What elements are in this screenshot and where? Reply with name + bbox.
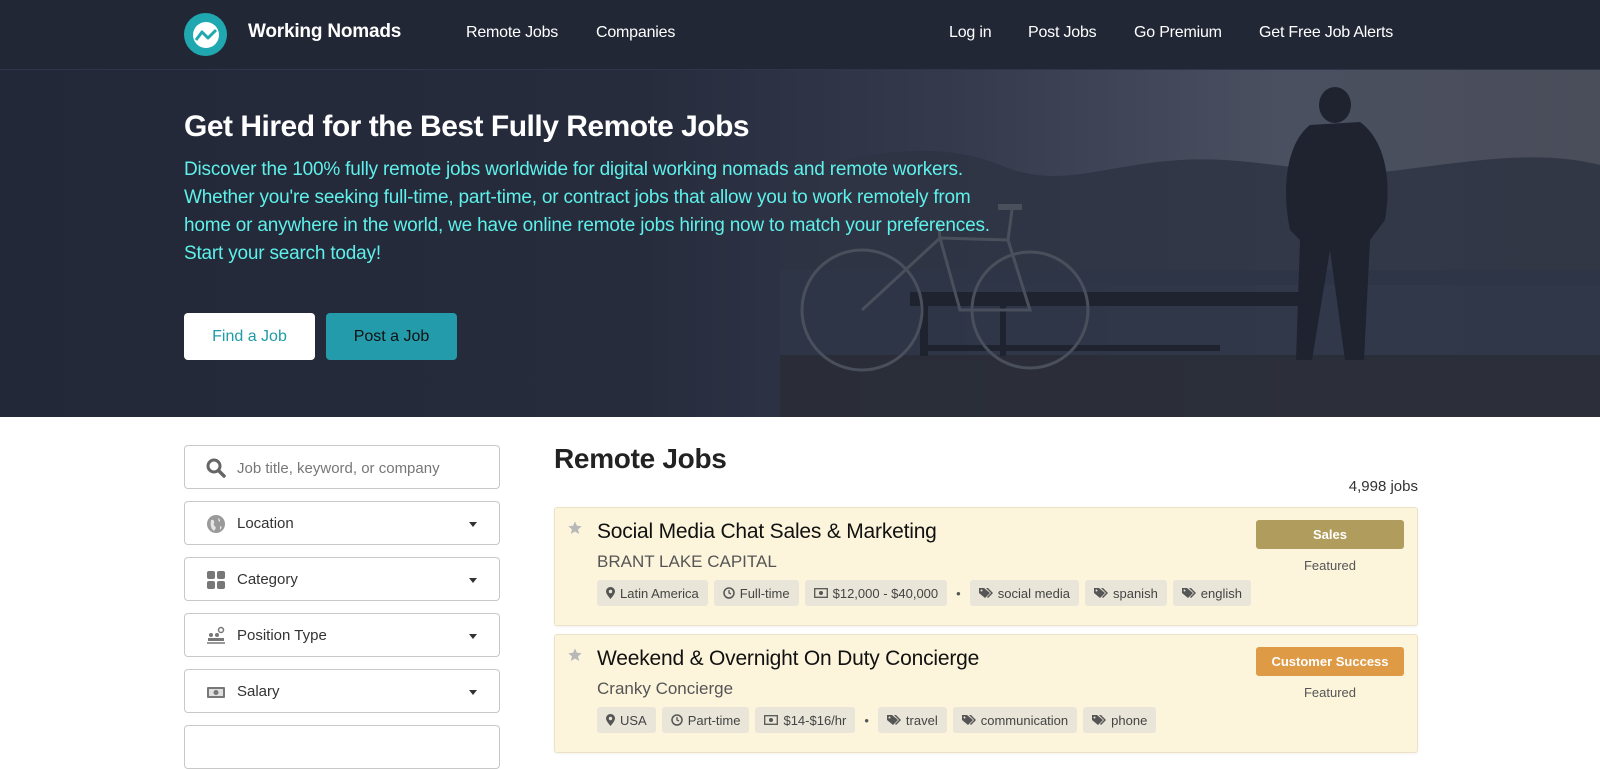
nav-remote-jobs[interactable]: Remote Jobs xyxy=(466,24,558,42)
salary-dropdown[interactable]: Salary xyxy=(184,669,500,713)
skill-tag[interactable]: english xyxy=(1172,580,1251,606)
nav-post-jobs[interactable]: Post Jobs xyxy=(1028,24,1097,42)
salary-text: $14-$16/hr xyxy=(783,712,847,728)
skill-tag[interactable]: travel xyxy=(877,707,947,733)
page-title: Remote Jobs xyxy=(554,443,727,474)
skill-tag[interactable]: spanish xyxy=(1084,580,1167,606)
salary-tag: $14-$16/hr xyxy=(755,707,856,733)
job-company[interactable]: Cranky Concierge xyxy=(597,679,733,699)
star-icon[interactable] xyxy=(567,647,585,665)
logo-icon[interactable] xyxy=(184,13,227,56)
featured-label: Featured xyxy=(1303,685,1357,700)
salary-label: Salary xyxy=(237,683,280,700)
location-tag: USA xyxy=(597,707,656,733)
map-pin-icon xyxy=(606,587,615,599)
location-tag: Latin America xyxy=(597,580,708,606)
category-dropdown[interactable]: Category xyxy=(184,557,500,601)
clock-icon xyxy=(723,587,735,599)
salary-text: $12,000 - $40,000 xyxy=(832,585,939,601)
tag-text: communication xyxy=(980,712,1069,728)
nav-companies[interactable]: Companies xyxy=(596,24,675,42)
location-text: USA xyxy=(620,712,647,728)
hero-title: Get Hired for the Best Fully Remote Jobs xyxy=(184,110,750,143)
brand-name[interactable]: Working Nomads xyxy=(248,21,401,43)
category-badge[interactable]: Sales xyxy=(1256,520,1404,549)
job-card[interactable]: Social Media Chat Sales & Marketing BRAN… xyxy=(554,507,1418,626)
nav-log-in[interactable]: Log in xyxy=(949,24,992,42)
location-text: Latin America xyxy=(620,585,699,601)
job-type-text: Full-time xyxy=(739,585,790,601)
chevron-down-icon xyxy=(469,578,477,583)
chevron-down-icon xyxy=(469,634,477,639)
skill-tag[interactable]: phone xyxy=(1083,707,1157,733)
money-icon xyxy=(205,681,227,703)
nav-go-premium[interactable]: Go Premium xyxy=(1134,24,1222,42)
salary-tag: $12,000 - $40,000 xyxy=(804,580,948,606)
category-badge[interactable]: Customer Success xyxy=(1256,647,1404,676)
job-tags: USA Part-time $14-$16/hr • travel commun… xyxy=(597,707,1157,733)
job-type-tag: Full-time xyxy=(713,580,799,606)
tag-icon xyxy=(1181,588,1196,598)
tag-text: social media xyxy=(997,585,1070,601)
clock-icon xyxy=(670,714,683,726)
more-filter-dropdown[interactable] xyxy=(184,725,500,769)
hero-banner: Get Hired for the Best Fully Remote Jobs… xyxy=(0,70,1600,417)
job-title[interactable]: Social Media Chat Sales & Marketing xyxy=(597,520,937,544)
tag-text: english xyxy=(1200,585,1242,601)
skill-tag[interactable]: social media xyxy=(969,580,1079,606)
skill-tag[interactable]: communication xyxy=(952,707,1078,733)
find-job-button[interactable]: Find a Job xyxy=(184,313,315,360)
hero-description: Discover the 100% fully remote jobs worl… xyxy=(184,159,990,264)
post-job-button[interactable]: Post a Job xyxy=(326,313,457,360)
navbar: Working Nomads Remote Jobs Companies Log… xyxy=(0,0,1600,70)
job-count: 4,998 jobs xyxy=(1348,478,1418,495)
tag-text: travel xyxy=(905,712,938,728)
job-tags: Latin America Full-time $12,000 - $40,00… xyxy=(597,580,1251,606)
globe-icon xyxy=(205,513,227,535)
map-pin-icon xyxy=(606,714,615,726)
search-input[interactable] xyxy=(237,456,487,480)
tag-text: spanish xyxy=(1112,585,1158,601)
category-label: Category xyxy=(237,571,298,588)
money-icon xyxy=(813,588,828,598)
tag-icon xyxy=(978,588,993,598)
separator-dot: • xyxy=(956,585,961,601)
search-icon xyxy=(205,457,227,479)
chevron-down-icon xyxy=(469,522,477,527)
grid-icon xyxy=(205,569,227,591)
tag-icon xyxy=(886,715,901,725)
job-card[interactable]: Weekend & Overnight On Duty Concierge Cr… xyxy=(554,634,1418,753)
position-type-dropdown[interactable]: Position Type xyxy=(184,613,500,657)
location-dropdown[interactable]: Location xyxy=(184,501,500,545)
featured-label: Featured xyxy=(1303,558,1357,573)
star-icon[interactable] xyxy=(567,520,585,538)
job-type-tag: Part-time xyxy=(661,707,750,733)
search-field[interactable] xyxy=(184,445,500,489)
position-type-label: Position Type xyxy=(237,627,327,644)
separator-dot: • xyxy=(864,712,869,728)
tag-icon xyxy=(1092,715,1107,725)
tag-icon xyxy=(961,715,976,725)
job-title[interactable]: Weekend & Overnight On Duty Concierge xyxy=(597,647,979,671)
tag-text: phone xyxy=(1111,712,1148,728)
job-type-text: Part-time xyxy=(687,712,741,728)
location-label: Location xyxy=(237,515,294,532)
chevron-down-icon xyxy=(469,690,477,695)
nav-job-alerts[interactable]: Get Free Job Alerts xyxy=(1259,24,1393,42)
money-icon xyxy=(764,715,779,725)
tag-icon xyxy=(1093,588,1108,598)
workers-icon xyxy=(205,625,227,647)
job-company[interactable]: BRANT LAKE CAPITAL xyxy=(597,552,777,572)
